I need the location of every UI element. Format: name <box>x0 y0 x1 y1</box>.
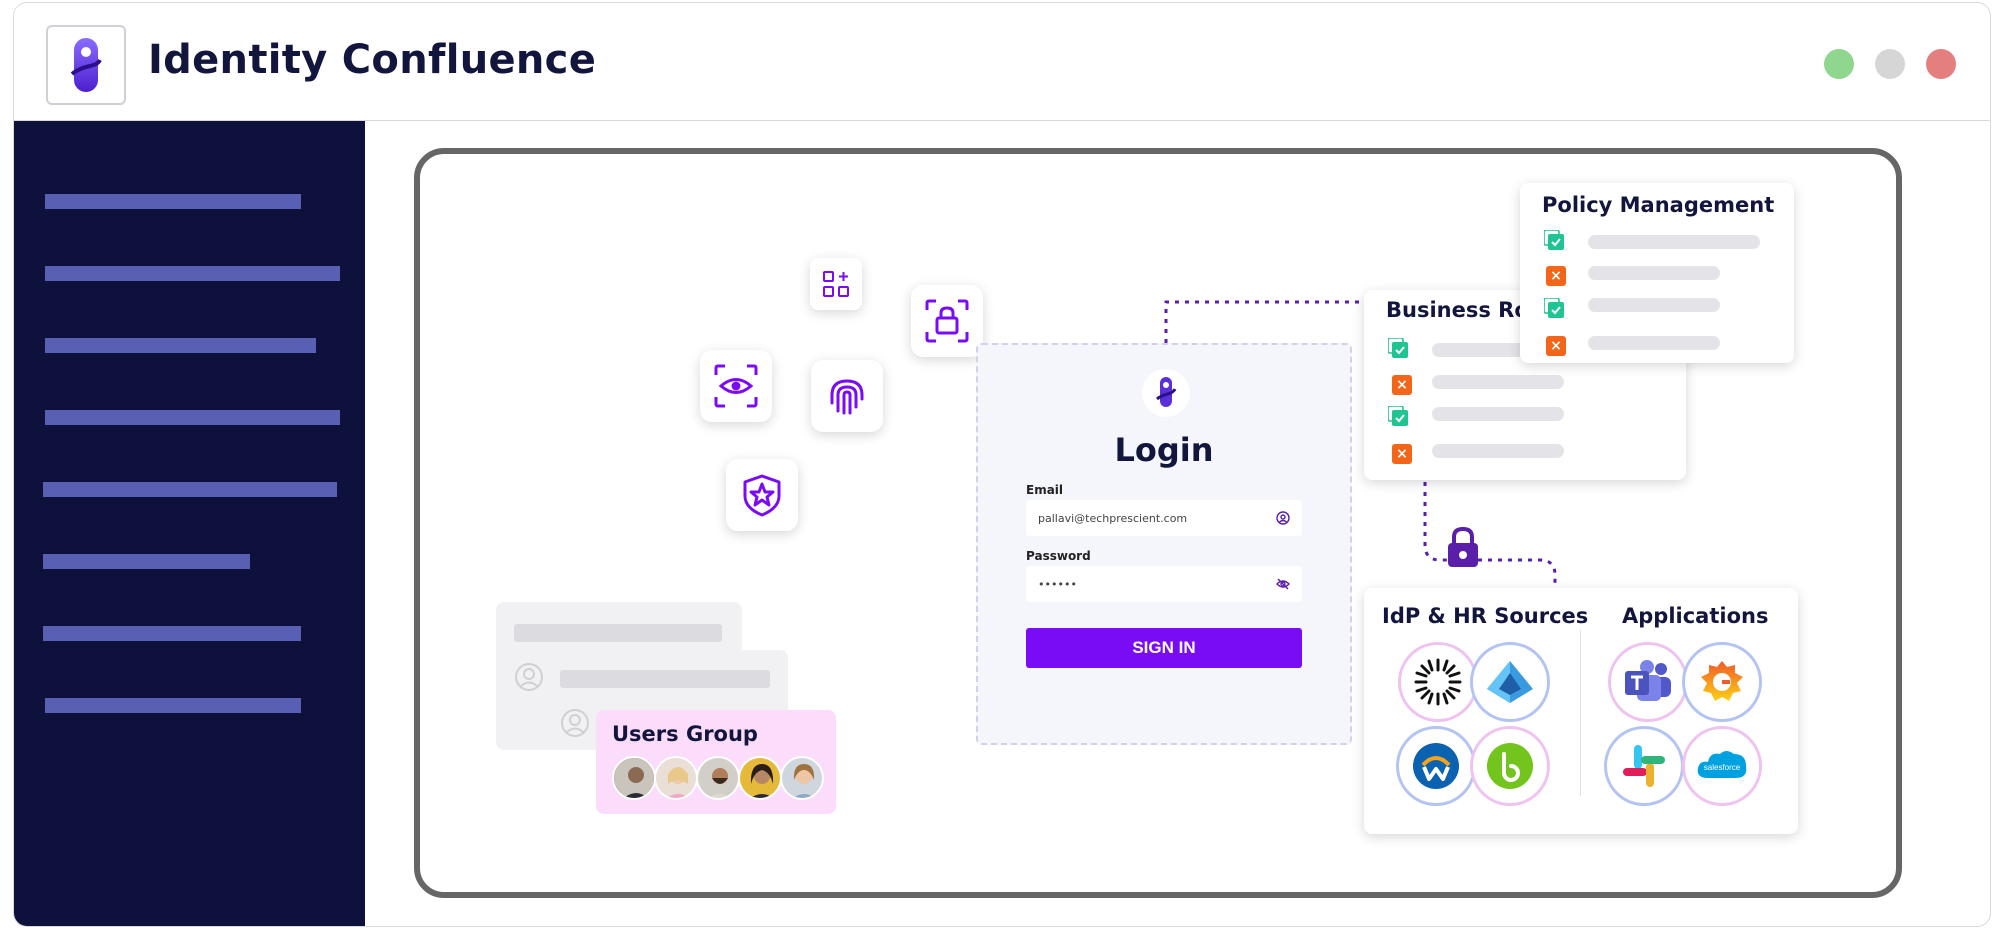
salesforce-logo[interactable]: salesforce <box>1682 726 1762 806</box>
workday-logo[interactable] <box>1396 726 1476 806</box>
slack-icon <box>1623 745 1665 787</box>
eye-scan-tile[interactable] <box>700 350 772 422</box>
salesforce-text: salesforce <box>1704 763 1741 772</box>
padlock-icon <box>1448 526 1478 567</box>
placeholder-line <box>514 624 722 642</box>
bamboohr-icon <box>1487 743 1533 789</box>
placeholder-line <box>1432 375 1564 389</box>
grafana-icon <box>1701 661 1743 701</box>
okta-logo[interactable] <box>1398 642 1478 722</box>
fingerprint-icon <box>830 379 864 415</box>
check-icon <box>1388 406 1408 426</box>
lock-scan-icon <box>925 299 969 343</box>
email-field[interactable]: pallavi@techprescient.com <box>1026 500 1302 536</box>
login-title: Login <box>1114 431 1214 469</box>
teams-logo[interactable] <box>1608 642 1688 722</box>
shield-star-icon <box>743 474 781 517</box>
okta-icon <box>1414 658 1462 706</box>
placeholder-line <box>1588 266 1720 280</box>
cross-icon: × <box>1392 375 1412 395</box>
eye-scan-icon <box>714 364 758 408</box>
email-label: Email <box>1026 483 1064 497</box>
user-circle-icon <box>515 663 543 691</box>
avatar-4 <box>738 756 782 800</box>
placeholder-line <box>1588 235 1760 249</box>
check-icon <box>1388 338 1408 358</box>
placeholder-line <box>1588 336 1720 350</box>
password-label: Password <box>1026 549 1091 563</box>
shield-star-tile[interactable] <box>726 459 798 531</box>
user-circle-icon <box>1276 511 1290 525</box>
cross-icon: × <box>1546 266 1566 286</box>
avatar-1 <box>612 756 656 800</box>
bamboohr-logo[interactable] <box>1470 726 1550 806</box>
applications-title: Applications <box>1622 604 1769 628</box>
cross-icon: × <box>1546 336 1566 356</box>
teams-icon <box>1625 660 1671 701</box>
azure-ad-logo[interactable] <box>1470 642 1550 722</box>
apps-tile[interactable] <box>810 258 862 310</box>
password-field[interactable]: •••••• <box>1026 566 1302 602</box>
integrations-panel: IdP & HR Sources Applications salesforce <box>1364 588 1798 834</box>
avatar-5 <box>780 756 824 800</box>
placeholder-line <box>1432 407 1564 421</box>
placeholder-line <box>560 670 770 688</box>
avatar-3 <box>696 756 740 800</box>
fingerprint-tile[interactable] <box>811 360 883 432</box>
login-logo-icon <box>1142 369 1190 417</box>
avatar-2 <box>654 756 698 800</box>
check-icon <box>1544 298 1564 318</box>
placeholder-line <box>1432 444 1564 458</box>
salesforce-icon: salesforce <box>1697 751 1747 778</box>
divider <box>1580 630 1581 796</box>
apps-icon <box>823 271 849 297</box>
policy-management-panel[interactable]: Policy Management × × <box>1520 183 1794 363</box>
slack-logo[interactable] <box>1604 726 1684 806</box>
grafana-logo[interactable] <box>1682 642 1762 722</box>
email-value: pallavi@techprescient.com <box>1038 511 1188 525</box>
cross-icon: × <box>1392 444 1412 464</box>
idp-sources-title: IdP & HR Sources <box>1382 604 1589 628</box>
eye-off-icon[interactable] <box>1276 577 1290 591</box>
login-card: Login Email pallavi@techprescient.com Pa… <box>976 343 1352 745</box>
user-circle-icon <box>561 709 589 737</box>
password-value: •••••• <box>1038 577 1077 591</box>
azure-ad-icon <box>1487 661 1533 703</box>
check-icon <box>1544 230 1564 250</box>
policy-management-title: Policy Management <box>1542 193 1775 217</box>
workday-icon <box>1413 743 1459 789</box>
lock-scan-tile[interactable] <box>911 285 983 357</box>
users-group-title: Users Group <box>612 722 758 746</box>
placeholder-line <box>1588 298 1720 312</box>
sign-in-button[interactable]: SIGN IN <box>1026 628 1302 668</box>
